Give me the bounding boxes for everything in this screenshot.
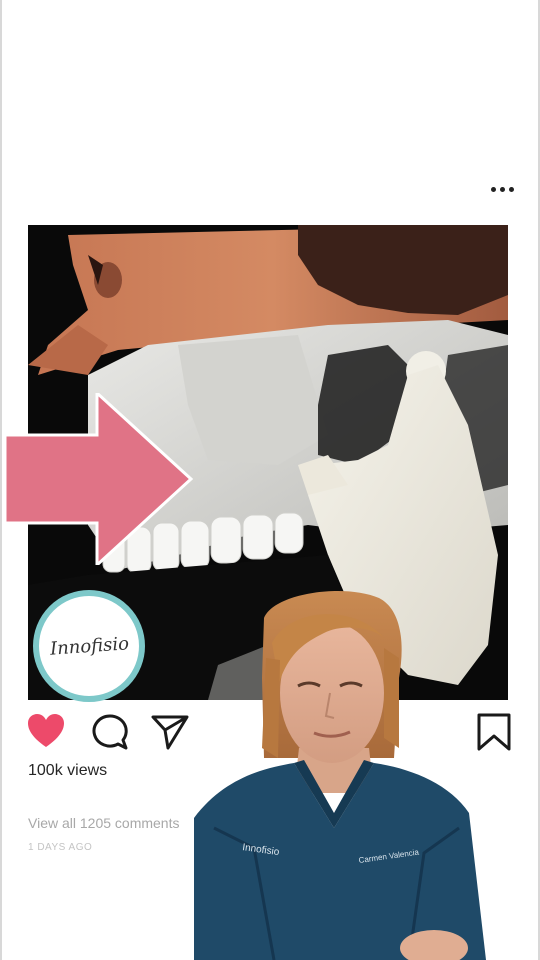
pointer-arrow-graphic	[5, 393, 194, 565]
presenter-image: Innofisio Carmen Valencia	[194, 590, 486, 960]
logo-text: Innofisio	[48, 632, 130, 660]
view-comments-link[interactable]: View all 1205 comments	[28, 815, 179, 831]
frame-left-border	[0, 0, 2, 960]
brand-logo: Innofisio	[33, 590, 145, 702]
view-count: 100k views	[28, 762, 108, 779]
post-timestamp: 1 DAYS AGO	[28, 842, 93, 853]
more-options-icon[interactable]	[486, 182, 518, 196]
comment-bubble-icon[interactable]	[90, 712, 130, 752]
heart-icon[interactable]	[26, 712, 66, 752]
presenter-overlay: Innofisio Carmen Valencia	[194, 588, 486, 960]
send-icon[interactable]	[150, 712, 190, 752]
